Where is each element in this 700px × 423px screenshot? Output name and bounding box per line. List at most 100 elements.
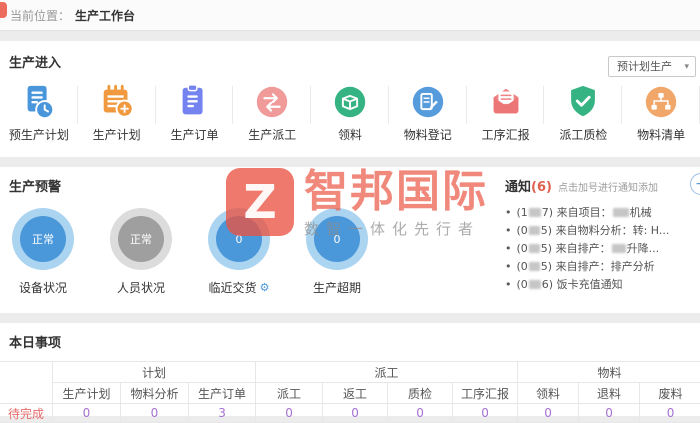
column-group-header: 派工 (255, 361, 519, 383)
production-entry-title: 生产进入 (9, 56, 62, 71)
redacted-text (528, 226, 540, 235)
entry-item-label: 生产派工 (248, 128, 297, 142)
count-link[interactable]: 0 (351, 406, 359, 420)
entry-item[interactable]: 生产计划 (78, 83, 156, 143)
gauge-label-text: 临近交货 (208, 281, 257, 295)
entry-item-label: 生产计划 (92, 128, 141, 142)
dropdown-selected-value: 预计划生产 (617, 60, 672, 73)
column-group-header: 计划 (51, 361, 257, 383)
notice-item[interactable]: • (0 5) 来自物料分析：转: H... (505, 222, 700, 240)
entry-item[interactable]: 物料登记 (389, 83, 467, 143)
column-header: 工序汇报 (452, 382, 519, 404)
gauge-circle[interactable]: 正常 (12, 208, 74, 270)
gauge-value: 正常 (20, 216, 66, 262)
bullet-icon: • (505, 278, 512, 291)
warning-gauge: 正常 设备状况 ⚙ (0, 208, 92, 296)
entry-item[interactable]: 生产派工 (233, 83, 311, 143)
today-table: 计划 派工 物料 生产计划 物料分析 生产订单 派工 返工 质检 工序汇报 领料… (0, 361, 700, 423)
entry-item-label: 生产订单 (170, 128, 219, 142)
production-entry-items: 预生产计划 生产计划 生产订单 生产派工 领料 物料登记 工序汇报 派工质检 物… (0, 83, 700, 143)
redacted-text (528, 208, 541, 217)
gauge-circle[interactable]: 正常 (110, 208, 172, 270)
table-column-header-row: 生产计划 物料分析 生产订单 派工 返工 质检 工序汇报 领料 退料 废料 (0, 382, 700, 404)
today-items-panel: 本日事项 计划 派工 物料 生产计划 物料分析 生产订单 派工 返工 质检 工序… (0, 323, 700, 423)
entry-item-label: 物料清单 (637, 128, 686, 142)
notice-text: (0 5) 来自物料分析：转: H... (516, 224, 670, 237)
material-pick-box-icon (331, 83, 369, 121)
notice-item[interactable]: • (1 7) 来自项目： 机械 (505, 204, 700, 222)
count-link[interactable]: 0 (544, 406, 552, 420)
gauge-value: 0 (314, 216, 360, 262)
table-row: 待完成 0 0 3 0 0 0 0 0 0 0 (0, 403, 700, 423)
notice-list: • (1 7) 来自项目： 机械 • (0 5) 来自物料分析：转: H... • (0 5)… (505, 204, 700, 294)
process-report-mail-icon (487, 83, 525, 121)
gauge-value: 0 (216, 216, 262, 262)
entry-item[interactable]: 生产订单 (156, 83, 234, 143)
count-link[interactable]: 0 (285, 406, 293, 420)
count-link[interactable]: 3 (218, 406, 226, 420)
entry-item[interactable]: 派工质检 (544, 83, 623, 143)
notices-count-badge: (6) (531, 180, 552, 195)
production-warning-panel: 生产预警 正常 设备状况 ⚙ 正常 人员状况 ⚙ (0, 167, 700, 313)
column-group-header: 物料 (517, 361, 700, 383)
column-header: 退料 (578, 382, 641, 404)
column-header: 生产订单 (187, 382, 257, 404)
table-corner-cell (0, 361, 53, 404)
redacted-text (528, 244, 540, 253)
bullet-icon: • (505, 224, 512, 237)
redacted-text (612, 208, 629, 217)
entry-item-label: 预生产计划 (8, 128, 69, 142)
column-header: 物料分析 (120, 382, 189, 404)
count-link[interactable]: 0 (481, 406, 489, 420)
chevron-down-icon: ▾ (684, 62, 689, 72)
breadcrumb-current-page: 生产工作台 (75, 8, 136, 23)
entry-item-label: 物料登记 (403, 128, 452, 142)
plan-calendar-plus-icon (98, 83, 136, 121)
entry-item[interactable]: 领料 (311, 83, 389, 143)
entry-item[interactable]: 物料清单 (622, 83, 700, 143)
add-notice-button[interactable]: + (690, 173, 700, 195)
gauge-circle[interactable]: 0 (208, 208, 270, 270)
warning-gauge: 正常 人员状况 ⚙ (92, 208, 190, 296)
gauge-circle[interactable]: 0 (306, 208, 368, 270)
warning-gauges: 正常 设备状况 ⚙ 正常 人员状况 ⚙ 0 (0, 208, 386, 296)
notice-text: (0 5) 来自排产： 升降... (516, 242, 660, 255)
entry-item[interactable]: 预生产计划 (0, 83, 78, 143)
count-link[interactable]: 0 (83, 406, 91, 420)
column-header: 返工 (322, 382, 389, 404)
entry-item-label: 派工质检 (559, 128, 608, 142)
count-link[interactable]: 0 (605, 406, 613, 420)
material-register-doc-icon (409, 83, 447, 121)
notice-item[interactable]: • (0 6) 饭卡充值通知 (505, 276, 700, 294)
count-link[interactable]: 0 (151, 406, 159, 420)
count-link[interactable]: 0 (667, 406, 675, 420)
gauge-label-text: 人员状况 (116, 281, 165, 295)
warning-gauge: 0 生产超期 ⚙ (288, 208, 386, 296)
redacted-text (528, 280, 541, 289)
column-header: 废料 (639, 382, 700, 404)
warning-gauge: 0 临近交货 ⚙ (190, 208, 288, 296)
column-header: 生产计划 (52, 382, 121, 404)
bullet-icon: • (505, 206, 512, 219)
bullet-icon: • (505, 260, 512, 273)
breadcrumb: 当前位置： 生产工作台 (0, 0, 700, 31)
column-header: 派工 (255, 382, 324, 404)
redacted-text (528, 262, 540, 271)
notices-panel: 通知 (6) 点击加号进行通知添加 + • (17) 来自项目：机械 • (05) … (505, 173, 700, 313)
production-entry-panel: 生产进入 预计划生产 ▾ 预生产计划 生产计划 生产订单 生产派工 领料 物料登… (0, 41, 700, 157)
dispatch-arrows-icon (253, 83, 291, 121)
notice-text: (0 6) 饭卡充值通知 (516, 278, 623, 291)
table-group-header-row: 计划 派工 物料 (0, 361, 700, 404)
gear-icon[interactable]: ⚙ (260, 281, 270, 294)
notice-text: (1 7) 来自项目： 机械 (516, 206, 652, 219)
bullet-icon: • (505, 242, 512, 255)
entry-item[interactable]: 工序汇报 (467, 83, 545, 143)
today-items-title: 本日事项 (9, 336, 62, 351)
redacted-text (611, 244, 626, 253)
entry-item-label: 工序汇报 (481, 128, 530, 142)
notice-item[interactable]: • (0 5) 来自排产：排产分析 (505, 258, 700, 276)
pre-plan-doc-clock-icon (20, 83, 58, 121)
notice-item[interactable]: • (0 5) 来自排产： 升降... (505, 240, 700, 258)
count-link[interactable]: 0 (416, 406, 424, 420)
production-type-dropdown[interactable]: 预计划生产 ▾ (608, 56, 696, 77)
